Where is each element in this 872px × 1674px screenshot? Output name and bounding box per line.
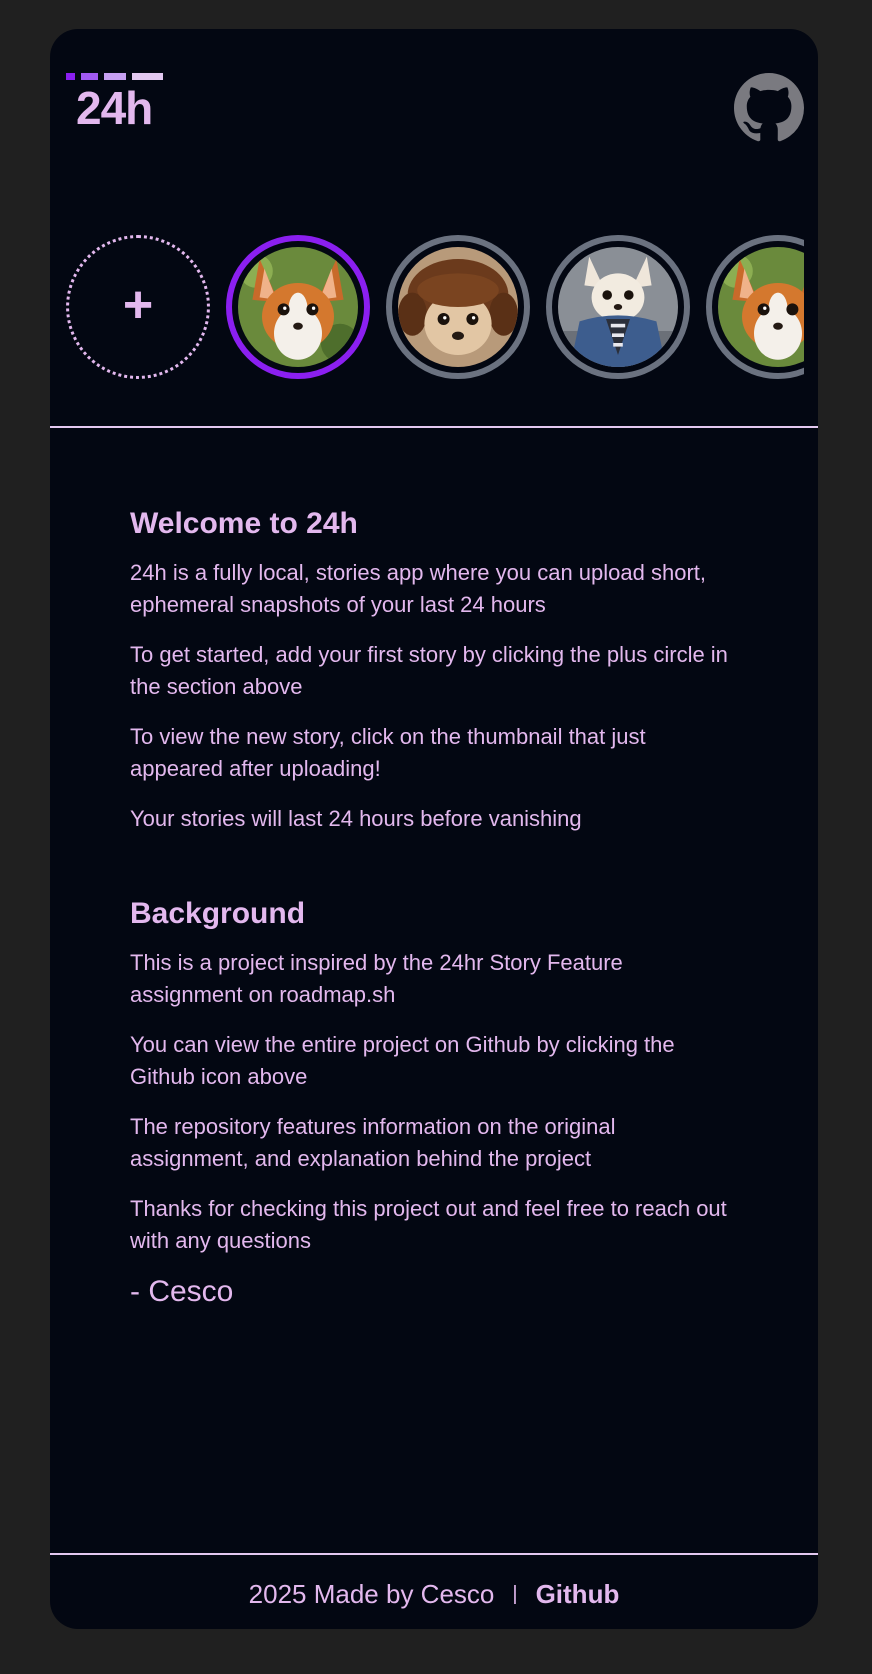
welcome-paragraph: To view the new story, click on the thum… xyxy=(130,724,646,781)
welcome-paragraph: To get started, add your first story by … xyxy=(130,642,728,699)
app-panel: 24h + Welcome to 24h 24h is a fully loca… xyxy=(50,29,818,1629)
footer: 2025 Made by Cesco | Github xyxy=(50,1569,818,1619)
background-title: Background xyxy=(130,897,306,930)
welcome-paragraph: 24h is a fully local, stories app where … xyxy=(130,560,706,617)
logo-bar xyxy=(81,73,98,80)
logo-title: 24h xyxy=(76,82,153,134)
background-paragraph: This is a project inspired by the 24hr S… xyxy=(130,950,623,1007)
header-divider xyxy=(50,426,818,428)
background-paragraph: The repository features information on t… xyxy=(130,1114,616,1171)
story-thumbnail[interactable] xyxy=(226,235,370,379)
header: 24h + xyxy=(50,29,818,429)
add-story-button[interactable]: + xyxy=(66,235,210,379)
background-section: Background This is a project inspired by… xyxy=(130,897,730,1309)
background-paragraph: You can view the entire project on Githu… xyxy=(130,1032,675,1089)
logo-bar xyxy=(66,73,75,80)
background-paragraph: Thanks for checking this project out and… xyxy=(130,1196,727,1253)
story-image-chihuahua-wig xyxy=(398,247,518,367)
logo-bar xyxy=(104,73,126,80)
logo-bar xyxy=(132,73,163,80)
footer-credit: 2025 Made by Cesco xyxy=(248,1578,495,1609)
story-thumbnail[interactable] xyxy=(546,235,690,379)
story-thumbnail[interactable] xyxy=(706,235,804,379)
logo-bars xyxy=(66,73,163,80)
footer-github-link[interactable]: Github xyxy=(536,1579,620,1610)
welcome-title: Welcome to 24h xyxy=(130,507,358,540)
main-content: Welcome to 24h 24h is a fully local, sto… xyxy=(130,507,730,1309)
signature: - Cesco xyxy=(130,1275,234,1308)
stories-row: + xyxy=(66,235,804,383)
footer-separator: | xyxy=(512,1582,518,1605)
story-image-chihuahua-orange xyxy=(238,247,358,367)
github-icon[interactable] xyxy=(734,73,804,143)
welcome-paragraph: Your stories will last 24 hours before v… xyxy=(130,806,582,831)
footer-divider xyxy=(50,1553,818,1555)
story-thumbnail[interactable] xyxy=(386,235,530,379)
welcome-section: Welcome to 24h 24h is a fully local, sto… xyxy=(130,507,730,835)
plus-icon: + xyxy=(122,276,154,334)
story-image-chihuahua-denim xyxy=(558,247,678,367)
story-image-chihuahua-orange xyxy=(718,247,804,367)
